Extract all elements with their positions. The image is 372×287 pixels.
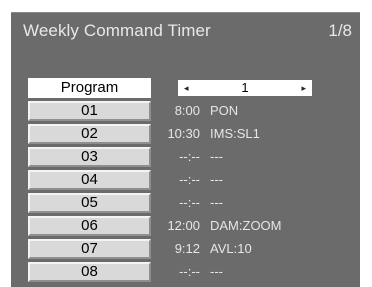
timer-command: --- <box>210 172 223 187</box>
timer-command: --- <box>210 264 223 279</box>
timer-time: 8:00 <box>174 103 200 118</box>
timer-time: 12:00 <box>167 218 200 233</box>
timer-command: AVL:10 <box>210 241 252 256</box>
timer-row: 01 8:00 PON <box>28 101 348 121</box>
timer-number-button[interactable]: 08 <box>28 262 151 282</box>
timer-number-button[interactable]: 02 <box>28 124 151 144</box>
title-bar: Weekly Command Timer 1/8 <box>11 13 360 49</box>
program-value: 1 <box>241 80 249 95</box>
timer-time: 10:30 <box>167 126 200 141</box>
weekly-command-timer-panel: Weekly Command Timer 1/8 Program ◂ 1 ▸ 0… <box>11 12 360 287</box>
timer-number-button[interactable]: 04 <box>28 170 151 190</box>
timer-command: DAM:ZOOM <box>210 218 282 233</box>
timer-command: --- <box>210 149 223 164</box>
timer-row: 02 10:30 IMS:SL1 <box>28 124 348 144</box>
page-title: Weekly Command Timer <box>23 21 211 40</box>
timer-number-button[interactable]: 01 <box>28 101 151 121</box>
timer-command: --- <box>210 195 223 210</box>
timer-time: --:-- <box>179 149 200 164</box>
timer-time: --:-- <box>179 172 200 187</box>
left-arrow-icon[interactable]: ◂ <box>184 80 189 96</box>
timer-row: 07 9:12 AVL:10 <box>28 239 348 259</box>
program-label[interactable]: Program <box>28 78 151 98</box>
timer-time: 9:12 <box>174 241 200 256</box>
timer-number-button[interactable]: 03 <box>28 147 151 167</box>
timer-command: IMS:SL1 <box>210 126 260 141</box>
timer-number-button[interactable]: 06 <box>28 216 151 236</box>
timer-number-button[interactable]: 07 <box>28 239 151 259</box>
timer-row: 03 --:-- --- <box>28 147 348 167</box>
timer-command: PON <box>210 103 239 118</box>
timer-row: 06 12:00 DAM:ZOOM <box>28 216 348 236</box>
page-indicator: 1/8 <box>328 21 352 40</box>
timer-number-button[interactable]: 05 <box>28 193 151 213</box>
timer-time: --:-- <box>179 264 200 279</box>
timer-row: 05 --:-- --- <box>28 193 348 213</box>
timer-time: --:-- <box>179 195 200 210</box>
timer-row: 04 --:-- --- <box>28 170 348 190</box>
right-arrow-icon[interactable]: ▸ <box>301 80 306 96</box>
program-selector[interactable]: ◂ 1 ▸ <box>178 80 312 96</box>
timer-row: 08 --:-- --- <box>28 262 348 282</box>
